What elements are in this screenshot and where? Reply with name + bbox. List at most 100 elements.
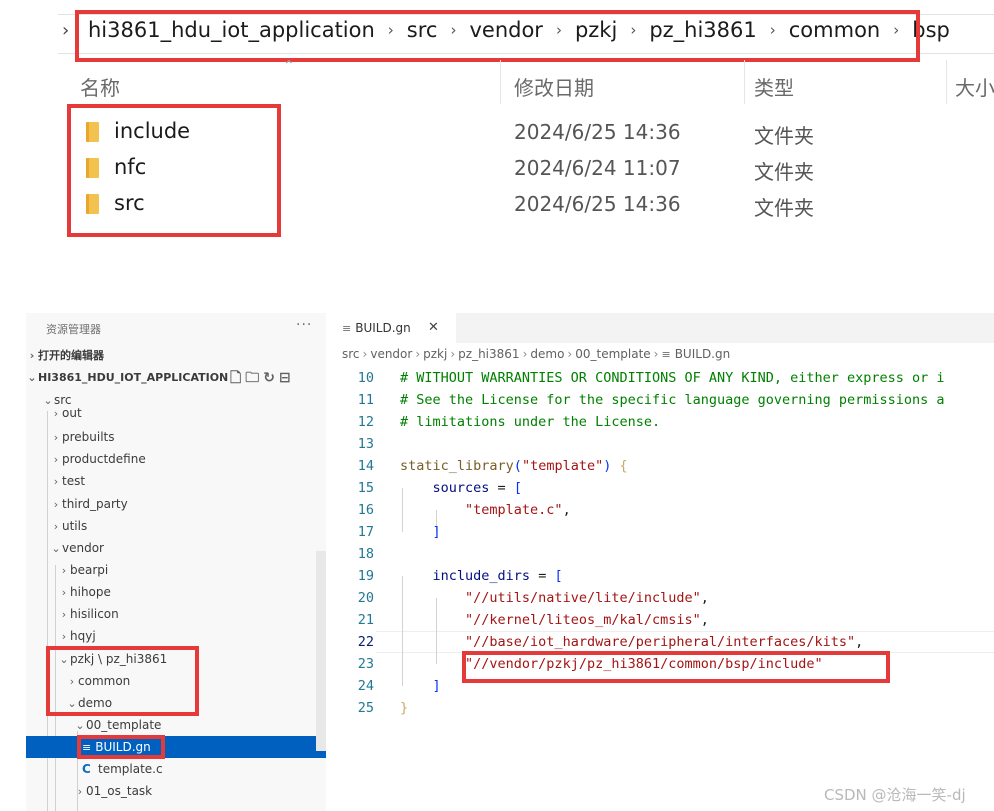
code-line[interactable]: 13 [326,433,994,455]
code-comment: # WITHOUT WARRANTIES OR CONDITIONS OF AN… [400,370,945,386]
line-number: 22 [357,634,374,650]
tree-item-vendor[interactable]: ⌄vendor [26,537,326,559]
tree-item-bearpi[interactable]: › bearpi [26,559,326,581]
tree-item-utils[interactable]: › utils [26,515,326,537]
tree-item-prebuilts[interactable]: › prebuilts [26,426,326,448]
code-line[interactable]: 14 static_library("template") { [326,455,994,477]
chevron-right-icon: › [53,520,59,533]
chevron-right-icon: › [61,564,67,577]
new-folder-icon[interactable]: 🗀 [245,370,263,386]
code-line[interactable]: 21 "//kernel/liteos_m/kal/cmsis", [326,609,994,631]
csdn-watermark: CSDN @沧海一笑-dj [824,786,966,804]
include-path-highlight-box [462,651,890,683]
tab-build-gn[interactable]: ≡ BUILD.gn ✕ [326,313,456,343]
tree-item-00-template[interactable]: ⌄00_template [26,714,326,736]
tree-item-template-c[interactable]: Ctemplate.c [26,758,326,780]
line-number: 16 [357,502,374,518]
code-line[interactable]: 25} [326,697,994,719]
editor-breadcrumb: src › vendor › pzkj › pz_hi3861 › demo › 00_templa… [342,347,730,361]
code-content: "//utils/native/lite/include", [465,590,709,606]
build-gn-highlight-box [77,735,165,759]
address-highlight-box [75,10,920,62]
tree-item-01-os-task[interactable]: › 01_os_task [26,780,326,802]
project-actions: 🗋🗀↻⊟ [230,367,295,389]
column-header-modified[interactable]: 修改日期 [514,72,594,101]
tree-item-productdefine[interactable]: › productdefine [26,448,326,470]
column-divider[interactable] [744,60,745,104]
tree-item-build-gn[interactable]: ≡ BUILD.gn [26,736,326,758]
tree-item-third-party[interactable]: › third_party [26,493,326,515]
breadcrumb-item[interactable]: vendor [370,347,412,361]
breadcrumb-item[interactable]: 00_template [575,347,650,361]
chevron-right-icon: › [77,785,83,798]
address-expand-icon[interactable]: › [62,20,69,41]
section-project[interactable]: ⌄HI3861_HDU_IOT_APPLICATION 🗋🗀↻⊟ [26,367,326,389]
code-content: static_library("template") { [400,458,628,474]
code-content: ] [432,524,441,540]
lines-file-icon: ≡ [661,348,671,361]
tree-item-label: 01_os_task [86,784,153,798]
tree-item-test[interactable]: › test [26,470,326,492]
line-number: 23 [357,656,374,672]
column-divider[interactable] [946,60,947,104]
lines-file-icon: ≡ [342,322,352,335]
tree-item-label: bearpi [70,563,109,577]
tree-item-hihope[interactable]: › hihope [26,581,326,603]
chevron-right-icon: › [53,475,59,488]
chevron-down-icon: ⌄ [75,719,85,732]
code-content: "template.c", [465,502,571,518]
vscode-window: 资源管理器 ··· › 打开的编辑器 ⌄HI3861_HDU_IOT_APPLIC… [26,313,994,811]
column-header-type[interactable]: 类型 [754,72,794,101]
code-line[interactable]: 16 "template.c", [326,499,994,521]
code-line[interactable]: 22 "//base/iot_hardware/peripheral/inter… [326,631,994,653]
chevron-right-icon: › [53,498,59,511]
line-number: 17 [357,524,374,540]
chevron-right-icon: › [61,586,67,599]
tree-item-out[interactable]: › out [26,407,326,419]
code-content: sources = [ [432,480,522,496]
code-content: } [400,700,409,716]
column-header-name[interactable]: 名称 [80,72,120,101]
breadcrumb-item[interactable]: BUILD.gn [675,347,731,361]
breadcrumb-item[interactable]: pz_hi3861 [458,347,519,361]
tree-item-label: utils [62,519,88,533]
code-line[interactable]: 20 "//utils/native/lite/include", [326,587,994,609]
sidebar-scrollbar[interactable] [316,551,326,751]
line-number: 11 [357,392,374,408]
breadcrumb-item[interactable]: pzkj [423,347,447,361]
sidebar-title: 资源管理器 [46,323,101,336]
tree-item-hisilicon[interactable]: › hisilicon [26,603,326,625]
code-line[interactable]: 18 [326,543,994,565]
code-line[interactable]: 12 # limitations under the License. [326,411,994,433]
tree-item-label: 00_template [86,718,162,732]
refresh-icon[interactable]: ↻ [263,370,279,386]
code-line[interactable]: 19 include_dirs = [ [326,565,994,587]
collapse-all-icon[interactable]: ⊟ [279,370,295,386]
tree-item-hqyj[interactable]: › hqyj [26,625,326,647]
tab-bar: ≡ BUILD.gn ✕ [326,313,994,343]
code-comment: # See the License for the specific langu… [400,392,945,408]
chevron-right-icon: › [29,349,35,362]
code-line[interactable]: 17 ] [326,521,994,543]
code-line[interactable]: 10 # WITHOUT WARRANTIES OR CONDITIONS OF … [326,367,994,389]
tree-item-label: test [62,474,86,488]
file-type: 文件夹 [754,124,814,148]
breadcrumb-item[interactable]: src [342,347,360,361]
line-number: 19 [357,568,374,584]
line-number: 18 [357,546,374,562]
breadcrumb-item[interactable]: demo [530,347,564,361]
code-line[interactable]: 11 # See the License for the specific lan… [326,389,994,411]
chevron-down-icon: ⌄ [27,371,37,384]
column-header-size[interactable]: 大小 [955,72,994,101]
column-divider[interactable] [500,60,501,104]
close-icon[interactable]: ✕ [428,313,439,343]
more-actions-icon[interactable]: ··· [296,317,312,333]
new-file-icon[interactable]: 🗋 [230,370,245,386]
file-type: 文件夹 [754,160,814,184]
tree-item-label: template.c [98,762,163,776]
tab-label: BUILD.gn [355,321,411,335]
code-line[interactable]: 15 sources = [ [326,477,994,499]
section-open-editors[interactable]: › 打开的编辑器 [26,345,326,367]
tree-item-label: hisilicon [70,607,119,621]
chevron-right-icon: › [653,347,659,361]
